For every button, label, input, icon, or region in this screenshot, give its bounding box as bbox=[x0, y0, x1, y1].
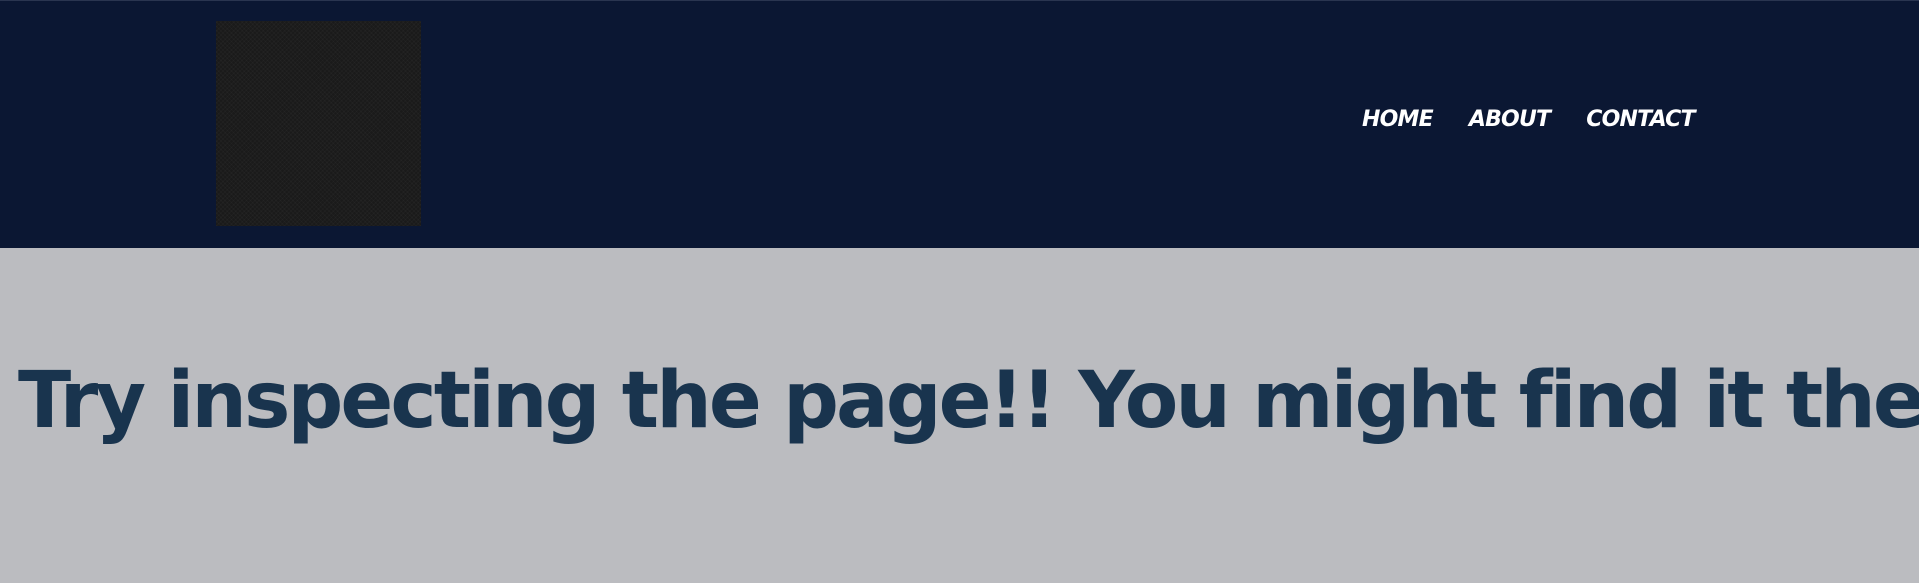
page-headline: Try inspecting the page!! You might find… bbox=[18, 356, 1919, 446]
site-header: HOME ABOUT CONTACT bbox=[0, 0, 1919, 248]
logo[interactable] bbox=[216, 21, 421, 226]
nav-link-home[interactable]: HOME bbox=[1362, 109, 1434, 131]
nav-link-contact[interactable]: CONTACT bbox=[1586, 109, 1695, 131]
main-nav: HOME ABOUT CONTACT bbox=[1362, 109, 1695, 131]
nav-link-about[interactable]: ABOUT bbox=[1469, 109, 1551, 131]
page: HOME ABOUT CONTACT Try inspecting the pa… bbox=[0, 0, 1919, 583]
